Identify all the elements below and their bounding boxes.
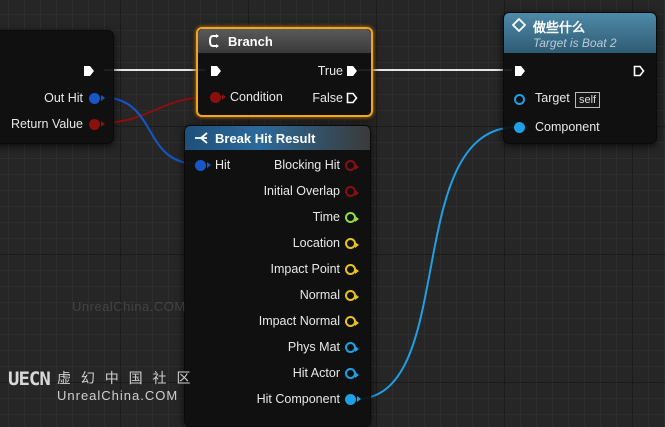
pin-label-hit-component: Hit Component bbox=[256, 392, 340, 406]
pin-label-location: Location bbox=[292, 236, 340, 250]
normal-pin[interactable] bbox=[345, 290, 359, 301]
center-watermark: UnrealChina.COM bbox=[72, 299, 186, 314]
target-self-value[interactable]: self bbox=[575, 92, 601, 108]
pin-label-component: Component bbox=[535, 120, 600, 134]
pin-label-initial-overlap: Initial Overlap bbox=[263, 184, 340, 198]
impact-normal-pin[interactable] bbox=[345, 316, 359, 327]
logo-cn-text: 虚 幻 中 国 社 区 bbox=[57, 370, 194, 386]
target-pin[interactable] bbox=[514, 94, 525, 105]
pin-label-normal: Normal bbox=[299, 288, 340, 302]
break-hit-result-node[interactable]: Break Hit Result Hit Blocking Hit Initial… bbox=[184, 125, 371, 427]
pin-label-true: True bbox=[317, 64, 343, 78]
time-pin[interactable] bbox=[345, 212, 359, 223]
source-trace-node[interactable]: Out Hit Return Value bbox=[0, 30, 114, 144]
pin-label-blocking-hit: Blocking Hit bbox=[274, 158, 340, 172]
branch-exec-in-pin[interactable] bbox=[210, 65, 222, 77]
pin-label-false: False bbox=[312, 91, 343, 105]
break-hit-title: Break Hit Result bbox=[215, 130, 316, 146]
pin-label-out-hit: Out Hit bbox=[44, 91, 83, 105]
function-title: 做些什么 bbox=[533, 20, 586, 35]
break-hit-header: Break Hit Result bbox=[185, 126, 370, 150]
exec-out-pin[interactable] bbox=[83, 65, 95, 77]
location-pin[interactable] bbox=[345, 238, 359, 249]
branch-header: Branch bbox=[198, 29, 371, 53]
pin-label-condition: Condition bbox=[230, 90, 283, 104]
blocking-hit-pin[interactable] bbox=[345, 160, 359, 171]
pin-label-impact-point: Impact Point bbox=[270, 262, 340, 276]
uecn-logo: UECN bbox=[8, 368, 51, 390]
pin-label-phys-mat: Phys Mat bbox=[287, 340, 340, 354]
pin-label-hit: Hit bbox=[215, 158, 231, 172]
pin-label-hit-actor: Hit Actor bbox=[292, 366, 340, 380]
branch-title: Branch bbox=[228, 33, 273, 49]
component-pin[interactable] bbox=[514, 122, 525, 133]
bool-wire-return-to-condition bbox=[99, 96, 211, 124]
function-subtitle: Target is Boat 2 bbox=[533, 36, 617, 50]
function-icon bbox=[512, 18, 526, 32]
logo-url-text: UnrealChina.COM bbox=[57, 388, 179, 403]
impact-point-pin[interactable] bbox=[345, 264, 359, 275]
pin-label-impact-normal: Impact Normal bbox=[258, 314, 340, 328]
false-exec-out-pin[interactable] bbox=[346, 92, 358, 104]
return-value-pin[interactable] bbox=[89, 119, 105, 130]
phys-mat-pin[interactable] bbox=[345, 342, 359, 353]
hit-actor-pin[interactable] bbox=[345, 368, 359, 379]
break-struct-icon bbox=[195, 132, 208, 144]
branch-node[interactable]: Branch Condition True False bbox=[196, 27, 373, 117]
pin-label-time: Time bbox=[312, 210, 340, 224]
condition-pin[interactable] bbox=[210, 92, 226, 103]
initial-overlap-pin[interactable] bbox=[345, 186, 359, 197]
out-hit-pin[interactable] bbox=[89, 93, 105, 104]
object-wire-component bbox=[355, 126, 518, 400]
true-exec-out-pin[interactable] bbox=[346, 65, 358, 77]
hit-input-pin[interactable] bbox=[195, 160, 211, 171]
function-header: 做些什么 Target is Boat 2 bbox=[504, 13, 656, 53]
hit-component-pin[interactable] bbox=[345, 394, 361, 405]
pin-label-return-value: Return Value bbox=[10, 117, 83, 131]
function-exec-out-pin[interactable] bbox=[633, 65, 645, 77]
function-call-node[interactable]: 做些什么 Target is Boat 2 Target self Compon… bbox=[503, 12, 657, 144]
function-exec-in-pin[interactable] bbox=[514, 65, 526, 77]
branch-icon bbox=[208, 34, 219, 48]
pin-label-target: Target bbox=[535, 91, 570, 105]
